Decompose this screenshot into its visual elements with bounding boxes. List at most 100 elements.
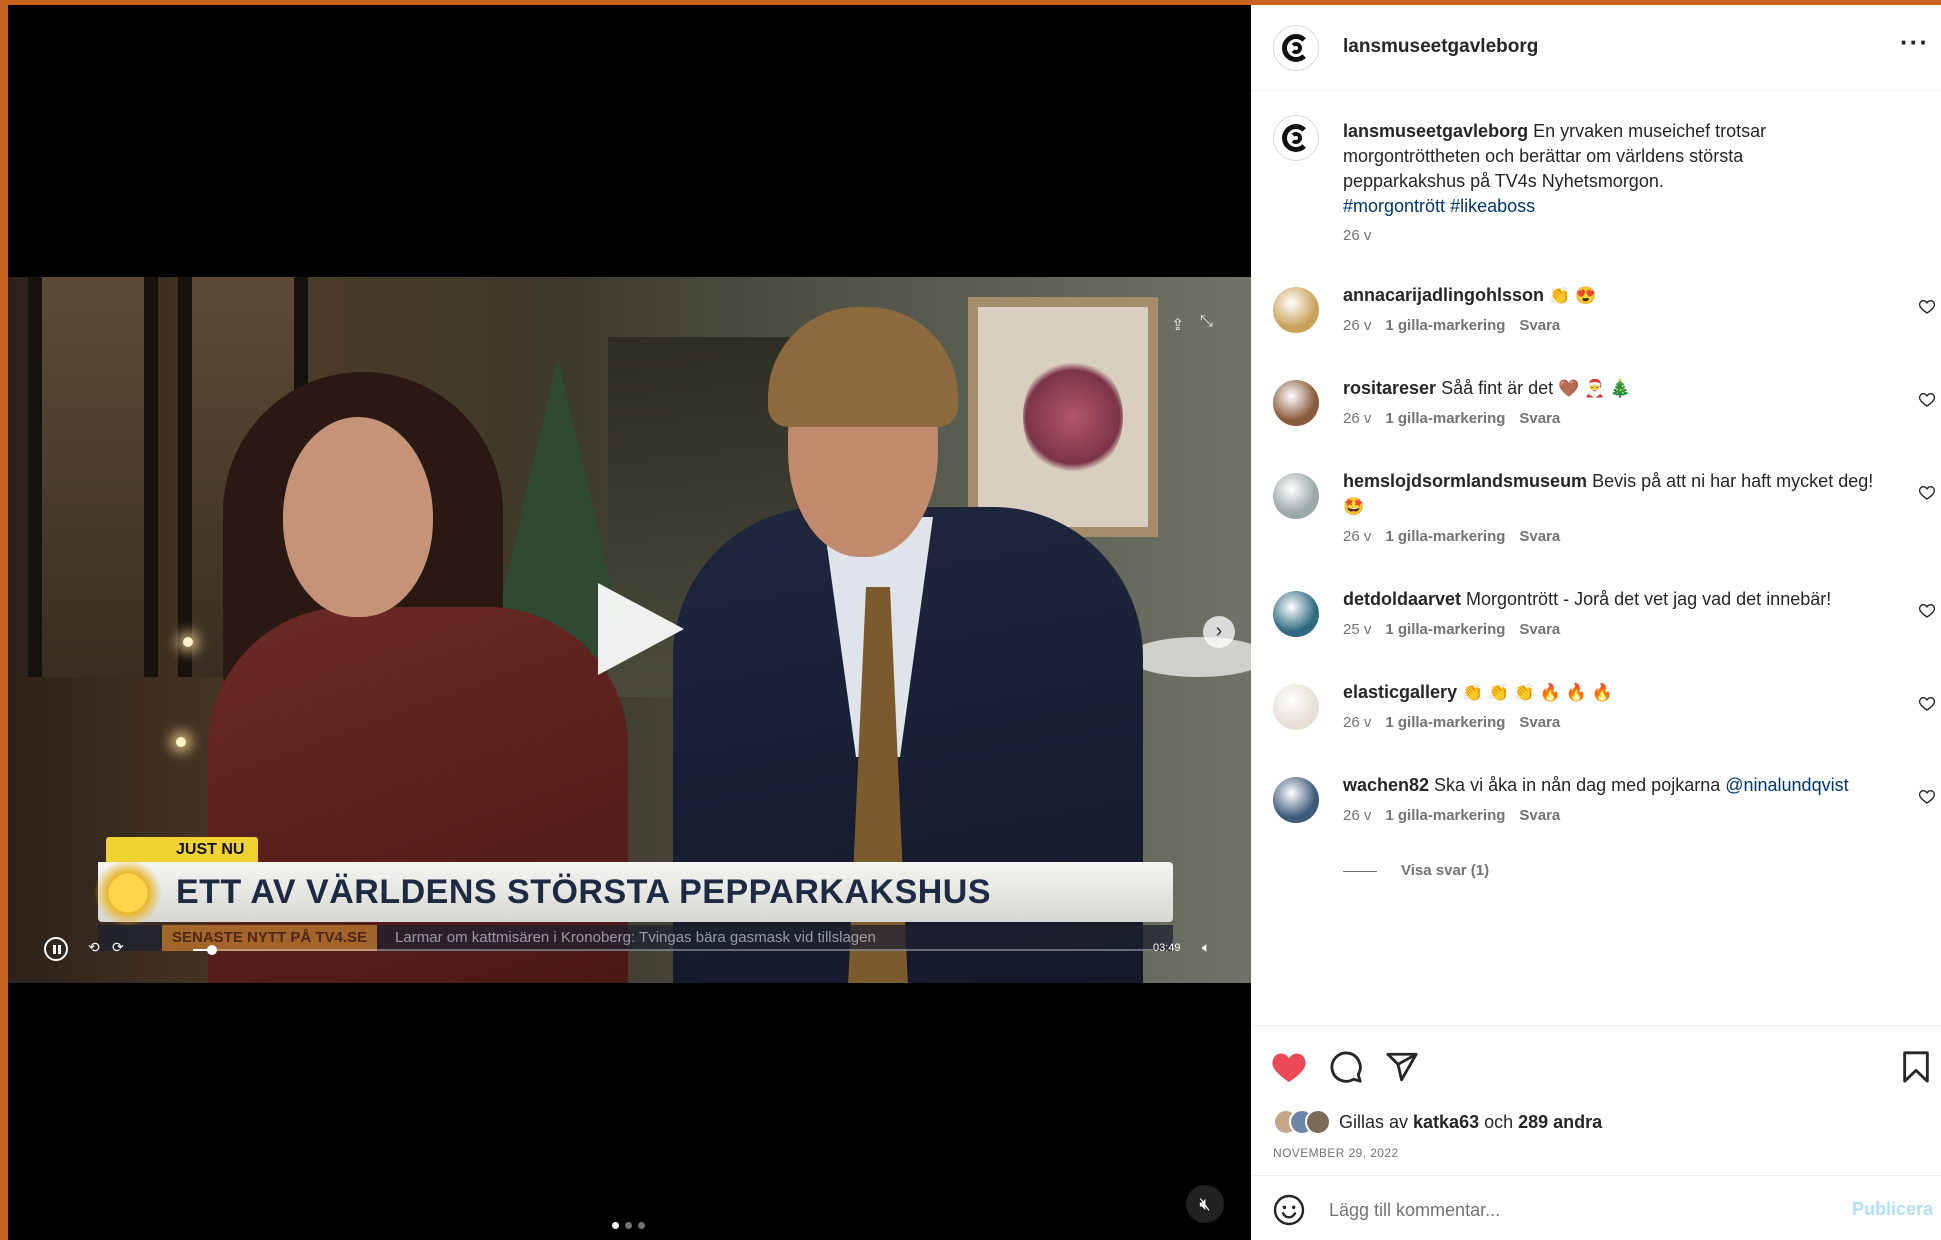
comment-likes-link[interactable]: 1 gilla-markering bbox=[1385, 410, 1505, 427]
heart-outline-icon[interactable] bbox=[1919, 392, 1935, 408]
comment-likes-link[interactable]: 1 gilla-markering bbox=[1385, 714, 1505, 731]
carousel-dot[interactable] bbox=[612, 1222, 619, 1229]
commenter-username[interactable]: elasticgallery bbox=[1343, 682, 1457, 702]
reply-button[interactable]: Svara bbox=[1519, 714, 1560, 731]
heart-outline-icon[interactable] bbox=[1919, 696, 1935, 712]
commenter-avatar[interactable] bbox=[1273, 591, 1319, 637]
comment-age: 26 v bbox=[1343, 714, 1372, 731]
video-player[interactable]: ⇪ ⤡ ETT AV VÄRLDENS STÖRSTA PEPPARKAKSHU… bbox=[8, 277, 1251, 983]
comment-likes-link[interactable]: 1 gilla-markering bbox=[1385, 621, 1505, 638]
comment-age: 26 v bbox=[1343, 317, 1372, 334]
commenter-avatar[interactable] bbox=[1273, 380, 1319, 426]
comment-item: annacarijadlingohlsson 👏 😍 26 v 1 gilla-ma… bbox=[1251, 283, 1941, 376]
comment-icon[interactable] bbox=[1329, 1050, 1363, 1084]
wall-painting bbox=[968, 297, 1158, 537]
comment-meta: 25 v 1 gilla-markering Svara bbox=[1343, 621, 1574, 638]
commenter-username[interactable]: wachen82 bbox=[1343, 775, 1429, 795]
comment-likes-link[interactable]: 1 gilla-markering bbox=[1385, 528, 1505, 545]
comment-likes-link[interactable]: 1 gilla-markering bbox=[1385, 807, 1505, 824]
pause-icon[interactable] bbox=[44, 937, 68, 961]
play-icon[interactable] bbox=[598, 583, 684, 675]
carousel-dots bbox=[612, 1222, 645, 1229]
post-actions: Gillas av katka63 och 289 andra NOVEMBER… bbox=[1251, 1025, 1941, 1180]
reply-button[interactable]: Svara bbox=[1519, 807, 1560, 824]
volume-icon[interactable]: 🔈︎ bbox=[1202, 939, 1210, 956]
likes-text: Gillas av katka63 och 289 andra bbox=[1339, 1112, 1602, 1133]
rewind-10-icon[interactable]: ⟲ bbox=[88, 939, 100, 956]
comment-item: elasticgallery 👏 👏 👏 🔥 🔥 🔥 26 v 1 gilla-ma… bbox=[1251, 680, 1941, 773]
mention-link[interactable]: @ninalundqvist bbox=[1725, 775, 1848, 795]
heart-outline-icon[interactable] bbox=[1919, 485, 1935, 501]
comment-emoji: 🤎 🎅 🎄 bbox=[1558, 379, 1632, 398]
account-avatar[interactable] bbox=[1273, 25, 1319, 71]
chevron-right-icon[interactable]: › bbox=[1203, 616, 1235, 648]
liker-username[interactable]: katka63 bbox=[1413, 1112, 1479, 1132]
commenter-avatar[interactable] bbox=[1273, 473, 1319, 519]
commenter-username[interactable]: hemslojdsormlandsmuseum bbox=[1343, 471, 1587, 491]
caption-username[interactable]: lansmuseetgavleborg bbox=[1343, 121, 1528, 141]
forward-10-icon[interactable]: ⟳ bbox=[112, 939, 124, 956]
reply-button[interactable]: Svara bbox=[1519, 621, 1560, 638]
comment-body: Morgontrött - Jorå det vet jag vad det i… bbox=[1461, 589, 1832, 609]
caption-age: 26 v bbox=[1343, 227, 1372, 244]
heart-outline-icon[interactable] bbox=[1919, 789, 1935, 805]
comment-item: rositareser Såå fint är det 🤎 🎅 🎄 26 v 1 g… bbox=[1251, 376, 1941, 469]
likes-others-link[interactable]: 289 andra bbox=[1518, 1112, 1602, 1132]
share-paper-plane-icon[interactable] bbox=[1385, 1050, 1419, 1084]
publish-button[interactable]: Publicera bbox=[1852, 1199, 1933, 1220]
header-username[interactable]: lansmuseetgavleborg bbox=[1343, 36, 1538, 58]
comment-age: 26 v bbox=[1343, 528, 1372, 545]
comment-text: elasticgallery 👏 👏 👏 🔥 🔥 🔥 bbox=[1343, 680, 1893, 705]
commenter-username[interactable]: detdoldaarvet bbox=[1343, 589, 1461, 609]
comment-likes-link[interactable]: 1 gilla-markering bbox=[1385, 317, 1505, 334]
presenter-right-hair bbox=[768, 307, 958, 427]
progress-bar[interactable] bbox=[193, 945, 1153, 955]
candle-light bbox=[183, 637, 193, 647]
share-icon[interactable]: ⇪ bbox=[1171, 315, 1184, 335]
comment-body: Bevis på att ni har haft mycket deg! bbox=[1587, 471, 1874, 491]
comment-text: hemslojdsormlandsmuseum Bevis på att ni … bbox=[1343, 469, 1893, 519]
more-horizontal-icon[interactable]: ··· bbox=[1900, 27, 1929, 58]
exit-fullscreen-icon[interactable]: ⤡ bbox=[1200, 313, 1213, 331]
comment-meta: 26 v 1 gilla-markering Svara bbox=[1343, 807, 1574, 824]
mute-icon[interactable]: 🔇︎ bbox=[1186, 1185, 1224, 1223]
add-comment-bar: Publicera bbox=[1251, 1175, 1941, 1240]
comment-emoji: 🤩 bbox=[1343, 497, 1365, 516]
heart-filled-icon[interactable] bbox=[1271, 1050, 1307, 1084]
comment-age: 26 v bbox=[1343, 807, 1372, 824]
reply-button[interactable]: Svara bbox=[1519, 528, 1560, 545]
heart-outline-icon[interactable] bbox=[1919, 603, 1935, 619]
caption-avatar[interactable] bbox=[1273, 115, 1319, 161]
post-date: NOVEMBER 29, 2022 bbox=[1273, 1146, 1399, 1160]
heart-outline-icon[interactable] bbox=[1919, 299, 1935, 315]
reply-button[interactable]: Svara bbox=[1519, 317, 1560, 334]
comment-meta: 26 v 1 gilla-markering Svara bbox=[1343, 528, 1574, 545]
likes-prefix: Gillas av bbox=[1339, 1111, 1414, 1132]
view-replies-button[interactable]: Visa svar (1) bbox=[1343, 862, 1489, 879]
commenter-username[interactable]: annacarijadlingohlsson bbox=[1343, 285, 1544, 305]
liker-avatar[interactable] bbox=[1305, 1109, 1331, 1135]
bookmark-icon[interactable] bbox=[1901, 1050, 1931, 1084]
news-headline: ETT AV VÄRLDENS STÖRSTA PEPPARKAKSHUS bbox=[98, 862, 1173, 922]
comment-text: detdoldaarvet Morgontrött - Jorå det vet… bbox=[1343, 587, 1893, 612]
presenter-left-face bbox=[283, 417, 433, 617]
emoji-smiley-icon[interactable] bbox=[1273, 1194, 1305, 1226]
carousel-dot[interactable] bbox=[638, 1222, 645, 1229]
reply-button[interactable]: Svara bbox=[1519, 410, 1560, 427]
view-replies-label: Visa svar (1) bbox=[1401, 862, 1490, 879]
commenter-avatar[interactable] bbox=[1273, 684, 1319, 730]
commenter-avatar[interactable] bbox=[1273, 287, 1319, 333]
post-header: lansmuseetgavleborg ··· bbox=[1251, 5, 1941, 91]
background-window bbox=[28, 277, 158, 677]
comment-input[interactable] bbox=[1329, 1194, 1809, 1226]
post-modal: ⇪ ⤡ ETT AV VÄRLDENS STÖRSTA PEPPARKAKSHU… bbox=[8, 5, 1941, 1240]
media-area: ⇪ ⤡ ETT AV VÄRLDENS STÖRSTA PEPPARKAKSHU… bbox=[8, 5, 1251, 1240]
comment-body: Såå fint är det bbox=[1436, 378, 1554, 398]
commenter-avatar[interactable] bbox=[1273, 777, 1319, 823]
commenter-username[interactable]: rositareser bbox=[1343, 378, 1436, 398]
hashtag-link[interactable]: #morgontrött bbox=[1343, 196, 1445, 216]
carousel-dot[interactable] bbox=[625, 1222, 632, 1229]
hashtag-link[interactable]: #likeaboss bbox=[1450, 196, 1535, 216]
video-time: 03:49 bbox=[1153, 942, 1181, 954]
progress-knob[interactable] bbox=[207, 945, 218, 955]
